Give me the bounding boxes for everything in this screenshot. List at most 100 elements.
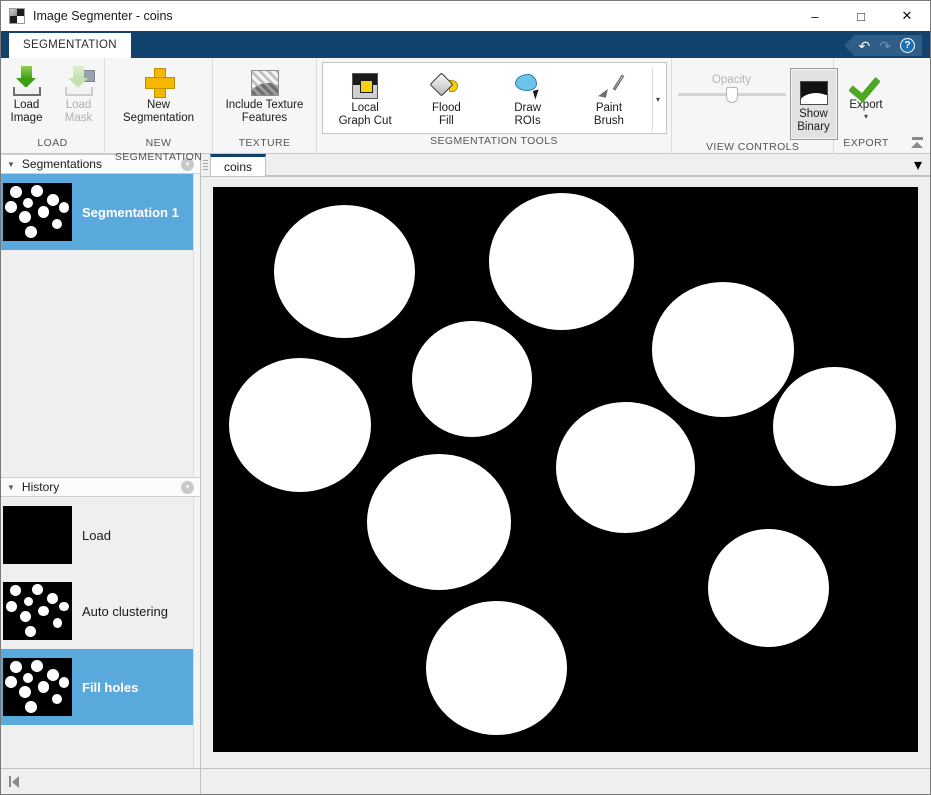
segmentation-item-label: Segmentation 1 (82, 205, 179, 220)
new-segmentation-button[interactable]: New Segmentation (107, 64, 211, 125)
coin-region (23, 198, 33, 208)
load-mask-label: Load Mask (65, 99, 92, 125)
segmentation-thumbnail (3, 183, 72, 241)
export-button[interactable]: Export ▾ (840, 64, 892, 121)
help-icon[interactable]: ? (900, 38, 915, 53)
list-item[interactable]: Fill holes (1, 649, 193, 725)
window-title: Image Segmenter - coins (33, 9, 173, 23)
ribbon-collapse-icon[interactable] (908, 133, 926, 151)
list-item[interactable]: Auto clustering (1, 573, 193, 649)
show-binary-icon (800, 75, 828, 105)
coin-region (38, 606, 49, 616)
show-binary-toggle[interactable]: Show Binary (790, 68, 838, 140)
redo-icon[interactable]: ↷ (879, 39, 891, 53)
coin-region (38, 206, 50, 218)
segmentations-collapse-icon[interactable]: ▼ (7, 160, 15, 169)
minimize-button[interactable]: – (792, 1, 838, 31)
draw-rois-button[interactable]: Draw ROIs (487, 67, 568, 131)
skip-to-start-icon[interactable] (9, 776, 19, 788)
segmentations-scrollbar[interactable] (193, 174, 200, 477)
coin-region (426, 601, 567, 735)
ribbon-tab-strip: SEGMENTATION ↶ ↷ ? (1, 31, 930, 58)
history-scrollbar[interactable] (193, 497, 200, 768)
segmentations-list: Segmentation 1 (1, 174, 200, 477)
coin-region (412, 321, 532, 437)
coin-region (31, 185, 43, 197)
local-graph-cut-icon (352, 69, 378, 99)
load-mask-button[interactable]: Load Mask (53, 64, 105, 125)
coin-region (274, 205, 415, 338)
history-thumbnail (3, 582, 72, 640)
tab-segmentation[interactable]: SEGMENTATION (9, 33, 131, 58)
document-tab-bar: coins ▾ (201, 154, 930, 177)
list-item[interactable]: Segmentation 1 (1, 174, 193, 250)
segmentation-tools-overflow-caret[interactable]: ▾ (652, 67, 664, 131)
group-label-new-segmentation: NEW SEGMENTATION (105, 136, 212, 154)
include-texture-features-button[interactable]: Include Texture Features (213, 64, 317, 125)
undo-icon[interactable]: ↶ (859, 39, 871, 53)
close-button[interactable]: ✕ (884, 1, 930, 31)
local-graph-cut-button[interactable]: Local Graph Cut (325, 67, 406, 131)
show-binary-label: Show Binary (797, 108, 830, 134)
group-label-export: EXPORT (834, 136, 898, 154)
coin-region (19, 686, 31, 698)
ribbon-group-view-controls: Opacity Show Binary VIEW CONTROLS (672, 58, 834, 154)
coin-region (25, 701, 37, 713)
local-graph-cut-label: Local Graph Cut (339, 102, 392, 128)
image-segmenter-window: Image Segmenter - coins – □ ✕ SEGMENTATI… (0, 0, 931, 795)
paint-brush-label: Paint Brush (594, 102, 624, 128)
coin-region (59, 677, 69, 688)
ribbon-group-export: Export ▾ EXPORT (834, 58, 898, 154)
opacity-slider-thumb[interactable] (726, 87, 738, 103)
tab-coins[interactable]: coins (210, 154, 266, 176)
draw-rois-icon (513, 69, 543, 99)
history-item-label: Fill holes (82, 680, 138, 695)
load-mask-icon (64, 66, 94, 96)
image-canvas[interactable] (213, 187, 918, 752)
include-texture-features-label: Include Texture Features (226, 99, 304, 125)
maximize-button[interactable]: □ (838, 1, 884, 31)
history-thumbnail (3, 658, 72, 716)
history-item-label: Load (82, 528, 111, 543)
coin-region (229, 358, 371, 492)
list-item[interactable]: Load (1, 497, 193, 573)
export-check-icon (851, 66, 881, 96)
history-list: Load Auto clustering Fill holes (1, 497, 200, 768)
ribbon-group-new-segmentation: New Segmentation NEW SEGMENTATION (105, 58, 213, 154)
document-pin-icon[interactable]: ▾ (914, 155, 922, 175)
new-segmentation-label: New Segmentation (123, 99, 194, 125)
coin-region (47, 194, 59, 206)
opacity-slider[interactable] (678, 93, 786, 96)
flood-fill-label: Flood Fill (432, 102, 461, 128)
main-status-bar (201, 768, 930, 794)
opacity-slider-group: Opacity (674, 64, 790, 96)
ribbon: Load Image Load Mask LOAD New Segmentati… (1, 58, 930, 154)
ribbon-group-segmentation-tools: Local Graph Cut Flood Fill Draw ROIs (317, 58, 672, 154)
export-label: Export (849, 99, 882, 112)
ribbon-group-load: Load Image Load Mask LOAD (1, 58, 105, 154)
coin-region (23, 673, 33, 683)
window-controls: – □ ✕ (792, 1, 930, 31)
draw-rois-label: Draw ROIs (514, 102, 541, 128)
export-dropdown-caret[interactable]: ▾ (864, 112, 868, 121)
history-panel-header: ▼ History ▾ (1, 477, 200, 497)
load-image-button[interactable]: Load Image (1, 64, 53, 125)
coin-region (556, 402, 694, 533)
history-thumbnail (3, 506, 72, 564)
coin-region (31, 660, 43, 672)
group-label-segmentation-tools: SEGMENTATION TOOLS (317, 134, 671, 152)
coin-region (25, 226, 37, 238)
history-pin-icon[interactable]: ▾ (181, 481, 194, 494)
ribbon-group-texture: Include Texture Features TEXTURE (213, 58, 317, 154)
coin-region (10, 661, 22, 673)
coin-region (25, 626, 36, 637)
flood-fill-button[interactable]: Flood Fill (406, 67, 487, 131)
coin-region (5, 676, 17, 688)
new-segmentation-icon (145, 66, 173, 96)
paint-brush-button[interactable]: Paint Brush (568, 67, 649, 131)
drag-grip-icon[interactable] (201, 154, 210, 176)
document-tab-filler: ▾ (266, 154, 930, 176)
history-collapse-icon[interactable]: ▼ (7, 483, 15, 492)
quick-access-toolbar: ↶ ↷ ? (845, 35, 922, 56)
segmentation-tools-frame: Local Graph Cut Flood Fill Draw ROIs (322, 62, 667, 134)
